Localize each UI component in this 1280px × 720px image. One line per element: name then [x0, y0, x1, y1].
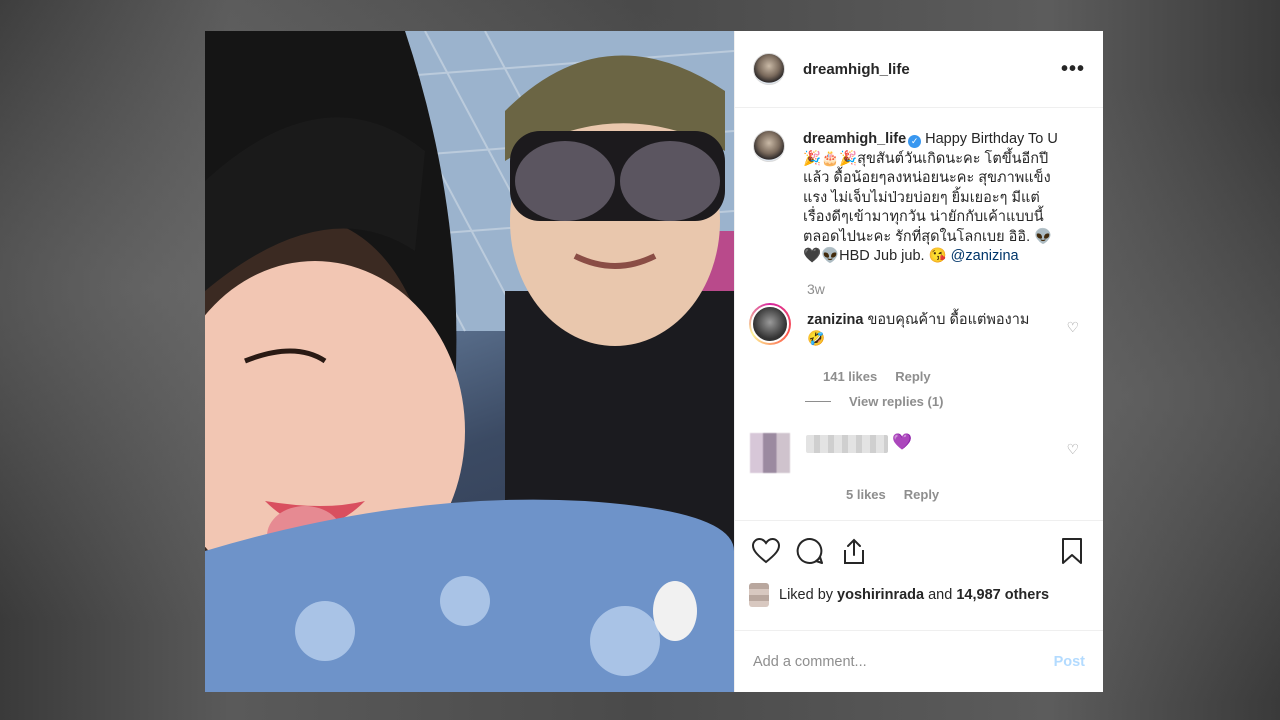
add-comment-input[interactable]	[753, 653, 1054, 670]
comment-meta: 141 likes Reply	[823, 369, 1085, 384]
comment-body: 💜	[892, 433, 912, 451]
action-bar	[735, 520, 1103, 580]
liked-by-prefix: Liked by	[779, 587, 834, 603]
replies-line	[805, 400, 831, 402]
post-comment-button[interactable]: Post	[1054, 654, 1085, 670]
caption-body: Happy Birthday To U 🎉🎂🎉สุขสันต์วันเกิดนะ…	[803, 131, 1058, 264]
blurred-commenter-avatar[interactable]	[750, 432, 790, 473]
comment-like-heart-icon[interactable]: ♡	[1066, 441, 1079, 458]
commenter-avatar[interactable]	[749, 302, 791, 345]
blurred-commenter-username	[806, 434, 888, 453]
author-avatar[interactable]	[753, 53, 785, 85]
comment: zanizina ขอบคุณค้าบ ดื้อแต่พองาม 🤣 ♡	[749, 302, 1085, 349]
liked-by-others[interactable]: 14,987 others	[956, 587, 1049, 603]
liked-by-user[interactable]: yoshirinrada	[837, 587, 924, 603]
caption: dreamhigh_life ✓ Happy Birthday To U 🎉🎂🎉สุ…	[753, 130, 1085, 267]
comment-likes[interactable]: 141 likes	[823, 369, 877, 384]
verified-badge-icon: ✓	[908, 135, 922, 148]
save-bookmark-icon[interactable]	[1057, 536, 1087, 566]
comment-like-heart-icon[interactable]: ♡	[1066, 319, 1079, 336]
post-photo[interactable]	[205, 31, 734, 692]
post-header: dreamhigh_life •••	[735, 31, 1103, 108]
add-comment-bar: Post	[735, 630, 1103, 692]
instagram-post-modal: dreamhigh_life ••• dreamhigh_life ✓ Happy …	[205, 31, 1103, 692]
caption-mention[interactable]: @zanizina	[951, 248, 1019, 264]
commenter-username[interactable]: zanizina	[807, 312, 863, 328]
caption-avatar[interactable]	[753, 130, 785, 162]
liked-by-and: and	[928, 587, 953, 603]
more-dots-icon[interactable]: •••	[1061, 58, 1085, 81]
comment-reply-button[interactable]: Reply	[895, 369, 930, 384]
comment-reply-button[interactable]: Reply	[904, 487, 939, 502]
view-replies[interactable]: View replies (1)	[805, 394, 1085, 409]
post-footer: Liked by yoshirinrada and 14,987 others	[735, 520, 1103, 610]
comment-likes[interactable]: 5 likes	[846, 487, 886, 502]
comment: 💜 ♡	[750, 432, 1085, 473]
caption-text: dreamhigh_life ✓ Happy Birthday To U 🎉🎂🎉สุ…	[803, 130, 1065, 267]
post-time[interactable]: 3w	[807, 281, 1085, 297]
comment-bubble-icon[interactable]	[795, 536, 825, 566]
view-replies-label[interactable]: View replies (1)	[849, 394, 943, 409]
share-icon[interactable]	[839, 536, 869, 566]
caption-username[interactable]: dreamhigh_life	[803, 131, 906, 147]
post-side-panel: dreamhigh_life ••• dreamhigh_life ✓ Happy …	[734, 31, 1103, 692]
comment-text: zanizina ขอบคุณค้าบ ดื้อแต่พองาม 🤣	[807, 311, 1047, 349]
author-username[interactable]: dreamhigh_life	[803, 61, 1061, 78]
like-heart-icon[interactable]	[751, 536, 781, 566]
comment-meta: 5 likes Reply	[846, 487, 1085, 502]
liked-by: Liked by yoshirinrada and 14,987 others	[735, 580, 1103, 610]
liker-avatar[interactable]	[749, 583, 769, 607]
selfie-illustration	[205, 31, 734, 692]
